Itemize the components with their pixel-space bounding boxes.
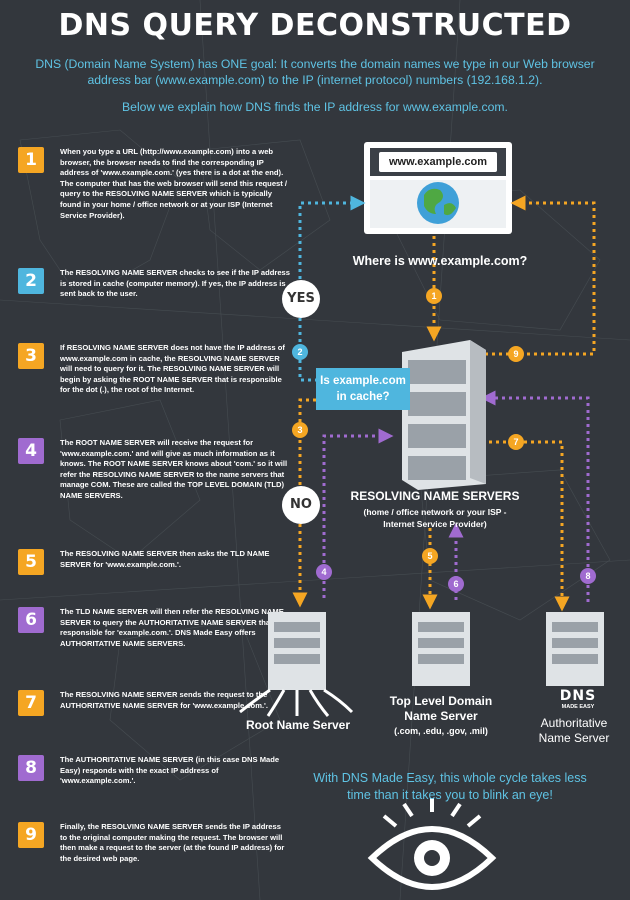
cycle-badge-2: 2 xyxy=(292,344,308,360)
cycle-badge-1: 1 xyxy=(426,288,442,304)
dns-flow-diagram xyxy=(239,142,604,890)
cycle-badge-3: 3 xyxy=(292,422,308,438)
where-is-label: Where is www.example.com? xyxy=(352,254,528,268)
closing-message: With DNS Made Easy, this whole cycle tak… xyxy=(313,771,587,802)
dns-made-easy-logo-sub: MADE EASY xyxy=(561,704,595,710)
resolving-subtitle: (home / office network or your ISP - Int… xyxy=(363,507,507,529)
cycle-badge-4: 4 xyxy=(316,564,332,580)
cache-question-box: Is example.com in cache? xyxy=(316,368,410,410)
cycle-badge-6: 6 xyxy=(448,576,464,592)
no-badge: NO xyxy=(282,486,320,524)
resolving-title: RESOLVING NAME SERVERS xyxy=(350,489,520,503)
authoritative-server-icon xyxy=(546,612,604,686)
root-server-icon xyxy=(239,612,354,717)
browser-address-bar: www.example.com xyxy=(379,152,497,172)
eye-icon xyxy=(367,798,497,890)
cycle-badge-7: 7 xyxy=(508,434,524,450)
globe-icon xyxy=(417,182,459,224)
cycle-badge-5: 5 xyxy=(422,548,438,564)
tld-server-sublabel: (.com, .edu, .gov, .mil) xyxy=(394,726,488,736)
root-server-label: Root Name Server xyxy=(245,718,351,732)
resolving-server-icon xyxy=(402,340,486,490)
cycle-badge-9: 9 xyxy=(508,346,524,362)
tld-server-label: Top Level Domain Name Server xyxy=(389,694,493,723)
tld-server-icon xyxy=(412,612,470,686)
auth-server-label: Authoritative Name Server xyxy=(538,716,610,745)
yes-badge: YES xyxy=(282,280,320,318)
cycle-badge-8: 8 xyxy=(580,568,596,584)
dns-made-easy-logo: DNS xyxy=(559,688,597,704)
